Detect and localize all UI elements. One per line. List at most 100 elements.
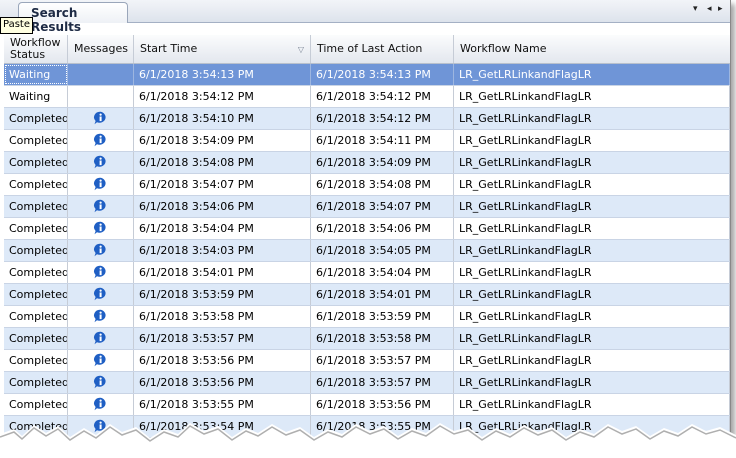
status-cell: Completed <box>4 196 68 217</box>
info-icon[interactable] <box>93 419 108 433</box>
status-cell: Completed <box>4 350 68 371</box>
table-row[interactable]: Completed 6/1/2018 3:53:56 PM 6/1/2018 3:5… <box>4 350 730 372</box>
info-icon[interactable] <box>93 331 108 345</box>
table-row[interactable]: Completed 6/1/2018 3:54:01 PM 6/1/2018 3:5… <box>4 262 730 284</box>
workflow-name-cell: LR_GetLRLinkandFlagLR <box>454 174 730 195</box>
status-cell: Completed <box>4 130 68 151</box>
table-row[interactable]: Completed 6/1/2018 3:54:09 PM 6/1/2018 3:5… <box>4 130 730 152</box>
table-row[interactable]: Waiting 6/1/2018 3:54:12 PM 6/1/2018 3:54:… <box>4 86 730 108</box>
table-row[interactable]: Completed 6/1/2018 3:53:59 PM 6/1/2018 3:5… <box>4 284 730 306</box>
info-icon[interactable] <box>93 265 108 279</box>
tab-search-results[interactable]: Search Results <box>18 2 128 34</box>
info-icon[interactable] <box>93 133 108 147</box>
column-header-workflow-status[interactable]: Workflow Status <box>4 35 68 63</box>
status-cell: Completed <box>4 328 68 349</box>
messages-cell <box>68 328 134 349</box>
table-row[interactable]: Completed 6/1/2018 3:54:04 PM 6/1/2018 3:5… <box>4 218 730 240</box>
info-icon[interactable] <box>93 221 108 235</box>
status-cell: Completed <box>4 174 68 195</box>
workflow-name-cell: LR_GetLRLinkandFlagLR <box>454 394 730 415</box>
last-action-cell: 6/1/2018 3:54:06 PM <box>311 218 454 239</box>
table-row[interactable]: Completed 6/1/2018 3:54:07 PM 6/1/2018 3:5… <box>4 174 730 196</box>
last-action-cell: 6/1/2018 3:54:04 PM <box>311 262 454 283</box>
last-action-cell: 6/1/2018 3:54:09 PM <box>311 152 454 173</box>
grid-header: Workflow Status Messages Start Time ▽ Ti… <box>4 35 730 64</box>
messages-cell <box>68 372 134 393</box>
start-time-cell: 6/1/2018 3:53:58 PM <box>134 306 311 327</box>
column-header-label: Start Time <box>140 42 198 55</box>
table-row[interactable]: Completed 6/1/2018 3:54:06 PM 6/1/2018 3:5… <box>4 196 730 218</box>
table-row[interactable]: Completed 6/1/2018 3:53:55 PM 6/1/2018 3:5… <box>4 394 730 416</box>
status-cell: Completed <box>4 262 68 283</box>
last-action-cell: 6/1/2018 3:54:13 PM <box>311 64 454 85</box>
table-row[interactable]: Completed 6/1/2018 3:54:08 PM 6/1/2018 3:5… <box>4 152 730 174</box>
table-row[interactable]: Completed 6/1/2018 3:54:03 PM 6/1/2018 3:5… <box>4 240 730 262</box>
column-header-time-of-last-action[interactable]: Time of Last Action <box>311 35 454 63</box>
start-time-cell: 6/1/2018 3:54:01 PM <box>134 262 311 283</box>
start-time-cell: 6/1/2018 3:54:13 PM <box>134 64 311 85</box>
workflow-name-cell: LR_GetLRLinkandFlagLR <box>454 372 730 393</box>
messages-cell <box>68 262 134 283</box>
workflow-name-cell: LR_GetLRLinkandFlagLR <box>454 284 730 305</box>
column-header-start-time[interactable]: Start Time ▽ <box>134 35 311 63</box>
table-row[interactable]: Completed 6/1/2018 3:54:10 PM 6/1/2018 3:5… <box>4 108 730 130</box>
table-row[interactable]: Completed 6/1/2018 3:53:57 PM 6/1/2018 3:5… <box>4 328 730 350</box>
info-icon[interactable] <box>93 375 108 389</box>
workflow-name-cell: LR_GetLRLinkandFlagLR <box>454 328 730 349</box>
table-row[interactable]: Waiting 6/1/2018 3:54:13 PM 6/1/2018 3:54:… <box>4 64 730 86</box>
table-row[interactable]: Completed 6/1/2018 3:53:56 PM 6/1/2018 3:5… <box>4 372 730 394</box>
messages-cell <box>68 174 134 195</box>
paste-tooltip: Paste <box>0 17 33 34</box>
workflow-name-cell: LR_GetLRLinkandFlagLR <box>454 86 730 107</box>
info-icon[interactable] <box>93 177 108 191</box>
workflow-name-cell: LR_GetLRLinkandFlagLR <box>454 306 730 327</box>
start-time-cell: 6/1/2018 3:53:56 PM <box>134 350 311 371</box>
start-time-cell: 6/1/2018 3:53:56 PM <box>134 372 311 393</box>
status-cell: Completed <box>4 152 68 173</box>
status-cell: Waiting <box>4 64 68 85</box>
scroll-left-icon[interactable]: ◂ <box>707 4 712 14</box>
dropdown-icon[interactable]: ▾ <box>693 4 698 14</box>
last-action-cell: 6/1/2018 3:53:57 PM <box>311 350 454 371</box>
status-cell: Completed <box>4 218 68 239</box>
last-action-cell: 6/1/2018 3:54:11 PM <box>311 130 454 151</box>
info-icon[interactable] <box>93 309 108 323</box>
messages-cell <box>68 394 134 415</box>
search-results-panel: Search Results ▾ ◂ ▸ Workflow Status Mes… <box>0 0 731 453</box>
start-time-cell: 6/1/2018 3:54:06 PM <box>134 196 311 217</box>
workflow-name-cell: LR_GetLRLinkandFlagLR <box>454 240 730 261</box>
status-cell: Waiting <box>4 86 68 107</box>
workflow-name-cell: LR_GetLRLinkandFlagLR <box>454 350 730 371</box>
status-cell: Completed <box>4 394 68 415</box>
info-icon[interactable] <box>93 397 108 411</box>
start-time-cell: 6/1/2018 3:54:07 PM <box>134 174 311 195</box>
column-header-messages[interactable]: Messages <box>68 35 134 63</box>
messages-cell <box>68 240 134 261</box>
workflow-name-cell: LR_GetLRLinkandFlagLR <box>454 152 730 173</box>
last-action-cell: 6/1/2018 3:53:57 PM <box>311 372 454 393</box>
info-icon[interactable] <box>93 287 108 301</box>
scroll-right-icon[interactable]: ▸ <box>718 4 723 14</box>
info-icon[interactable] <box>93 111 108 125</box>
last-action-cell: 6/1/2018 3:54:01 PM <box>311 284 454 305</box>
start-time-cell: 6/1/2018 3:54:09 PM <box>134 130 311 151</box>
messages-cell <box>68 86 134 107</box>
table-row[interactable]: Completed 6/1/2018 3:53:58 PM 6/1/2018 3:5… <box>4 306 730 328</box>
info-icon[interactable] <box>93 243 108 257</box>
info-icon[interactable] <box>93 353 108 367</box>
info-icon[interactable] <box>93 199 108 213</box>
table-row[interactable]: Completed 6/1/2018 3:53:54 PM 6/1/2018 3:5… <box>4 416 730 438</box>
last-action-cell: 6/1/2018 3:53:58 PM <box>311 328 454 349</box>
workflow-name-cell: LR_GetLRLinkandFlagLR <box>454 218 730 239</box>
column-header-workflow-name[interactable]: Workflow Name <box>454 35 730 63</box>
last-action-cell: 6/1/2018 3:54:12 PM <box>311 108 454 129</box>
info-icon[interactable] <box>93 155 108 169</box>
status-cell: Completed <box>4 108 68 129</box>
last-action-cell: 6/1/2018 3:54:08 PM <box>311 174 454 195</box>
tab-strip: Search Results ▾ ◂ ▸ <box>0 0 730 34</box>
last-action-cell: 6/1/2018 3:54:07 PM <box>311 196 454 217</box>
start-time-cell: 6/1/2018 3:53:55 PM <box>134 394 311 415</box>
messages-cell <box>68 64 134 85</box>
workflow-name-cell: LR_GetLRLinkandFlagLR <box>454 130 730 151</box>
messages-cell <box>68 350 134 371</box>
